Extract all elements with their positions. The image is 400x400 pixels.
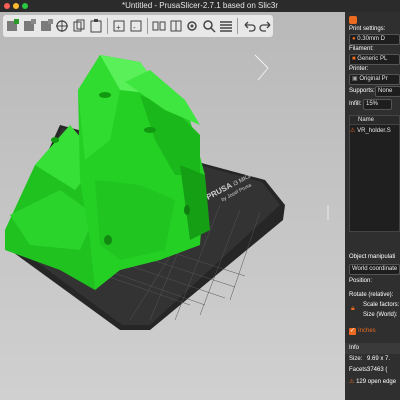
delete-button[interactable] [22,17,37,35]
object-name: VR_holder.S [357,128,391,134]
maximize-window-button[interactable] [22,3,28,9]
3d-viewport[interactable]: PRUSA i3 MK3 by Josef Prusa [0,12,345,400]
svg-text:+: + [116,23,121,32]
rotate-label: Rotate (relative): [349,292,394,298]
add-button[interactable] [5,17,20,35]
info-section-header: Info [345,343,400,354]
print-settings-label: Print settings: [349,26,386,32]
warning-icon: ⚠ [350,128,356,134]
facets-label: Facets: [349,367,369,373]
mode-tab-icon[interactable] [349,16,357,24]
scale-factors-label: Scale factors: [363,302,400,308]
copy-icon[interactable] [72,17,87,35]
printer-icon: ▣ [352,76,358,82]
printer-profile-value: Original Pr [359,76,388,82]
paste-icon[interactable] [88,17,103,35]
redo-icon[interactable] [258,17,273,35]
warning-text: 129 open edge [356,379,397,385]
window-title: *Untitled - PrusaSlicer-2.7.1 based on S… [121,1,279,10]
delete-all-button[interactable] [38,17,53,35]
size-info-value: 9.69 x 7. [367,356,391,362]
inches-label: Inches [358,328,376,334]
size-info-label: Size: [349,356,363,362]
title-bar: *Untitled - PrusaSlicer-2.7.1 based on S… [0,0,400,12]
position-label: Position: [349,278,373,284]
facets-value: 37463 ( [367,367,388,373]
filament-profile-value: Generic PL [357,56,388,62]
infill-select[interactable]: 15% [363,99,392,110]
object-manipulation-label: Object manipulati [349,254,396,260]
warning-icon: ⚠ [349,379,355,385]
search-icon[interactable] [202,17,217,35]
filament-label: Filament: [349,46,374,52]
main-toolbar: + - [3,15,273,37]
printer-profile-select[interactable]: ▣ Original Pr [349,74,400,85]
close-window-button[interactable] [4,3,10,9]
svg-text:-: - [133,23,136,32]
open-edges-warning: ⚠ 129 open edge [349,378,396,385]
right-sidebar: Print settings: ● 0.30mm D Filament: ■ G… [345,12,400,400]
supports-select[interactable]: None [375,86,400,97]
inches-checkbox[interactable]: ✓ [349,328,356,335]
print-profile-value: 0.30mm D [357,36,385,42]
lock-icon[interactable]: 🔒︎ [351,305,359,315]
split-parts-icon[interactable] [168,17,183,35]
toolbar-divider [106,18,108,34]
toolbar-divider [146,18,148,34]
object-list-item[interactable]: ⚠ VR_holder.S [350,127,399,135]
size-world-label: Size (World): [363,312,398,318]
object-list-header[interactable]: Name [350,116,399,125]
layer-editing-icon[interactable] [185,17,200,35]
print-profile-select[interactable]: ● 0.30mm D [349,34,400,45]
arrange-icon[interactable] [55,17,70,35]
split-objects-icon[interactable] [152,17,167,35]
filament-color-icon: ■ [352,56,356,62]
print-profile-icon: ● [352,36,356,42]
infill-label: Infill: [349,101,362,107]
minimize-window-button[interactable] [13,3,19,9]
toolbar-divider [236,18,238,34]
filament-profile-select[interactable]: ■ Generic PL [349,54,400,65]
supports-label: Supports: [349,88,375,94]
undo-icon[interactable] [242,17,257,35]
add-instance-icon[interactable]: + [112,17,127,35]
coordinate-system-select[interactable]: World coordinate [349,264,400,275]
remove-instance-icon[interactable]: - [128,17,143,35]
layers-icon[interactable] [218,17,233,35]
info-label: Info [349,345,360,351]
object-list: Name ⚠ VR_holder.S [349,115,400,232]
printer-label: Printer: [349,66,369,72]
